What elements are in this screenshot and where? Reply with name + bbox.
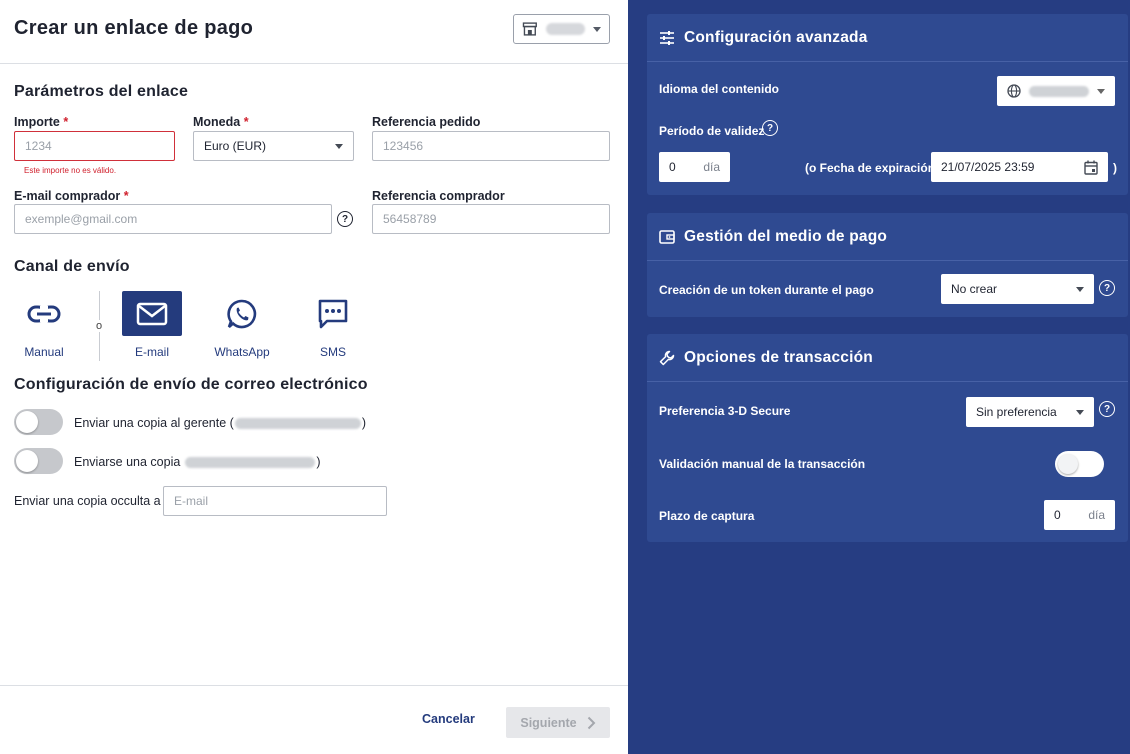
next-button-label: Siguiente [520,715,577,730]
manual-validation-toggle[interactable] [1055,451,1104,477]
link-icon [27,305,61,322]
link-form-panel: Crear un enlace de pago Parámetros del e… [0,0,628,754]
3ds-value: Sin preferencia [976,405,1057,419]
or-text: o [95,320,104,332]
currency-value: Euro (EUR) [204,139,267,153]
channel-section-title: Canal de envío [14,258,130,275]
email-config-section-title: Configuración de envío de correo electró… [14,376,368,393]
store-icon [522,22,537,36]
channel-label: SMS [319,345,346,359]
token-value: No crear [951,282,998,296]
order-ref-label: Referencia pedido [372,115,481,129]
chevron-down-icon [1076,409,1084,415]
store-name-redacted [545,23,585,35]
params-section-title: Parámetros del enlace [14,83,189,100]
copy-manager-label: Enviar una copia al gerente () [74,416,366,430]
validity-days-input[interactable]: 0 día [659,152,730,182]
buyer-ref-label: Referencia comprador [372,189,505,203]
buyer-email-placeholder: exemple@gmail.com [25,212,138,226]
footer-divider [0,685,628,686]
options-panel: Configuración avanzada Idioma del conten… [628,0,1130,754]
amount-input[interactable]: 1234 [14,131,175,161]
self-email-redacted [185,456,316,468]
whatsapp-icon [227,299,257,328]
channel-manual[interactable]: Manual [9,291,79,359]
advanced-config-title: Configuración avanzada [684,28,868,46]
help-icon[interactable]: ? [1099,401,1115,417]
capture-delay-unit: día [1088,508,1105,522]
payment-method-card: Gestión del medio de pago Creación de un… [647,213,1128,317]
copy-manager-toggle[interactable] [14,409,63,435]
mail-icon [136,302,168,325]
capture-delay-value: 0 [1054,508,1061,522]
transaction-options-title: Opciones de transacción [684,348,873,366]
3ds-select[interactable]: Sin preferencia [966,397,1094,427]
expiry-close-paren: ) [1113,161,1117,175]
chevron-down-icon [335,143,343,149]
expiry-date-input[interactable]: 21/07/2025 23:59 [931,152,1108,182]
capture-delay-input[interactable]: 0 día [1044,500,1115,530]
manager-email-redacted [234,417,361,429]
header-divider [0,63,628,64]
channel-label: WhatsApp [214,345,270,359]
3ds-label: Preferencia 3-D Secure [659,404,791,418]
store-select[interactable] [513,14,610,44]
chevron-right-icon [587,716,596,729]
language-value-redacted [1029,85,1089,97]
token-label: Creación de un token durante el pago [659,283,874,297]
chevron-down-icon [1097,88,1105,94]
cancel-button[interactable]: Cancelar [422,712,475,726]
page-title: Crear un enlace de pago [14,17,254,39]
buyer-ref-input[interactable]: 56458789 [372,204,610,234]
channel-sms[interactable]: SMS [298,291,368,359]
wrench-icon [659,350,675,365]
channel-whatsapp[interactable]: WhatsApp [207,291,277,359]
help-icon[interactable]: ? [337,211,353,227]
amount-label: Importe * [14,115,69,129]
currency-select[interactable]: Euro (EUR) [193,131,354,161]
currency-label: Moneda * [193,115,249,129]
chevron-down-icon [593,26,601,32]
order-ref-placeholder: 123456 [383,139,424,153]
expiry-date-value: 21/07/2025 23:59 [941,160,1035,174]
buyer-email-label: E-mail comprador * [14,189,129,203]
order-ref-input[interactable]: 123456 [372,131,610,161]
expiry-label: (o Fecha de expiración [805,161,936,175]
buyer-email-input[interactable]: exemple@gmail.com [14,204,332,234]
language-label: Idioma del contenido [659,82,780,96]
help-icon[interactable]: ? [762,120,778,136]
channel-label: E-mail [134,345,169,359]
validity-days-value: 0 [669,160,676,174]
capture-delay-label: Plazo de captura [659,509,755,523]
channel-label: Manual [24,345,64,359]
token-select[interactable]: No crear [941,274,1094,304]
sliders-icon [660,30,674,45]
toggle-knob [16,450,38,472]
bcc-label: Enviar una copia occulta a [14,494,161,508]
amount-placeholder: 1234 [25,139,52,153]
payment-method-title: Gestión del medio de pago [684,227,888,245]
validity-label: Período de validez [659,124,765,138]
copy-self-label: Enviarse una copia) [74,455,321,469]
validity-unit: día [703,160,720,174]
wallet-icon [659,229,675,244]
language-select[interactable] [997,76,1115,106]
bcc-email-input[interactable]: E-mail [163,486,387,516]
globe-icon [1007,84,1021,98]
sms-icon [318,299,348,328]
copy-self-toggle[interactable] [14,448,63,474]
channel-email[interactable]: E-mail [117,291,187,359]
bcc-placeholder: E-mail [174,494,209,508]
chevron-down-icon [1076,286,1084,292]
amount-error: Este importe no es válido. [24,166,117,175]
calendar-icon[interactable] [1084,160,1098,175]
next-button[interactable]: Siguiente [506,707,610,738]
buyer-ref-placeholder: 56458789 [383,212,437,226]
transaction-options-card: Opciones de transacción Preferencia 3-D … [647,334,1128,542]
advanced-config-card: Configuración avanzada Idioma del conten… [647,14,1128,195]
manual-validation-label: Validación manual de la transacción [659,457,866,471]
toggle-knob [1058,454,1078,474]
help-icon[interactable]: ? [1099,280,1115,296]
toggle-knob [16,411,38,433]
